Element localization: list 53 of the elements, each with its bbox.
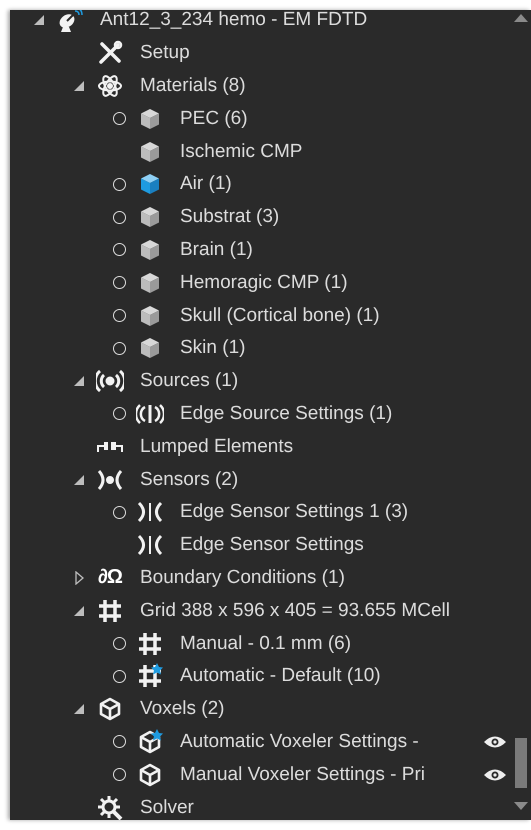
tree-item-label[interactable]: Ischemic CMP (180, 140, 302, 163)
radio-circle[interactable] (112, 768, 126, 782)
radio-circle[interactable] (112, 342, 126, 355)
collapse-arrow-icon[interactable] (74, 376, 84, 386)
tree-item-label[interactable]: Sources (1) (140, 370, 238, 392)
tree-item-label[interactable]: Materials (8) (140, 74, 246, 97)
gear-icon (96, 794, 124, 820)
tree-item-label[interactable]: PEC (6) (180, 108, 248, 130)
radio-circle[interactable] (112, 735, 126, 748)
eye-icon[interactable] (483, 768, 507, 782)
radio-circle[interactable] (112, 407, 126, 420)
tree-item-label[interactable]: Edge Sensor Settings 1 (3) (180, 501, 408, 524)
collapse-arrow-icon[interactable] (74, 80, 84, 91)
radio-circle[interactable] (112, 243, 126, 256)
tree-item-label[interactable]: Setup (140, 42, 190, 64)
tree-item-label[interactable]: Manual Voxeler Settings - Pri (180, 764, 426, 786)
lumped-element-icon (96, 440, 124, 453)
tree-item-label[interactable]: Skin (1) (180, 337, 246, 360)
tree-item-label[interactable]: Automatic - Default (10) (180, 665, 381, 688)
collapse-arrow-icon[interactable] (74, 704, 84, 714)
radio-circle[interactable] (112, 276, 126, 290)
tree-item-label[interactable]: Voxels (2) (140, 698, 224, 720)
collapse-arrow-icon[interactable] (74, 474, 84, 485)
tree-item-label[interactable]: Edge Sensor Settings (180, 534, 364, 556)
tree-item-label[interactable]: Sensors (2) (140, 468, 238, 491)
radio-circle[interactable] (112, 506, 126, 519)
expand-arrow-icon[interactable] (74, 570, 84, 585)
tree-item-label[interactable]: Boundary Conditions (1) (140, 566, 345, 589)
tree-item-label[interactable]: Automatic Voxeler Settings - (180, 730, 419, 753)
radio-circle[interactable] (112, 210, 126, 224)
tree-item-label[interactable]: Air (1) (180, 173, 232, 196)
collapse-arrow-icon[interactable] (34, 15, 44, 26)
collapse-arrow-icon[interactable] (74, 606, 84, 616)
radio-circle[interactable] (112, 112, 126, 126)
radio-circle[interactable] (112, 637, 126, 650)
tree-item-label[interactable]: Skull (Cortical bone) (1) (180, 304, 380, 327)
radio-circle[interactable] (112, 670, 126, 683)
radio-circle[interactable] (112, 309, 126, 322)
tree-item-label[interactable]: Lumped Elements (140, 436, 294, 458)
tree-item-label[interactable]: Manual - 0.1 mm (6) (180, 632, 352, 655)
scrollbar-thumb[interactable] (515, 738, 527, 788)
tree-item-label[interactable]: Solver (140, 796, 194, 819)
radio-circle[interactable] (112, 178, 126, 191)
tree-item-label[interactable]: Substrat (3) (180, 206, 280, 228)
scroll-down-icon[interactable] (514, 802, 528, 810)
boundary-symbol: ∂Ω (98, 566, 122, 590)
tree-item-label[interactable]: Edge Source Settings (1) (180, 402, 392, 425)
tree-item-label[interactable]: Ant12_3_234 hemo - EM FDTD (100, 10, 368, 32)
tree-item-label[interactable]: Hemoragic CMP (1) (180, 272, 348, 294)
eye-icon[interactable] (483, 734, 507, 749)
tree-item-label[interactable]: Grid 388 x 596 x 405 = 93.655 MCell (140, 600, 450, 622)
tree-item-label[interactable]: Brain (1) (180, 238, 253, 261)
scroll-up-icon[interactable] (514, 14, 528, 22)
